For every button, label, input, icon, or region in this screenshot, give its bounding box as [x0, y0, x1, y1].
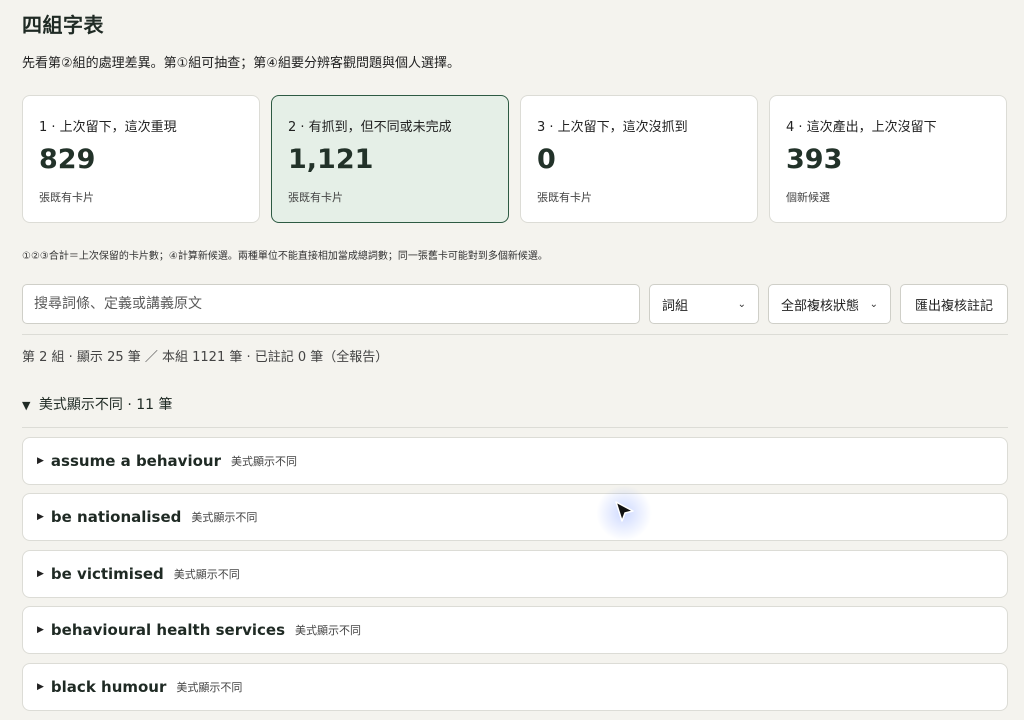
- group-label: 美式顯示不同 · 11 筆: [38, 397, 173, 413]
- card-group-3[interactable]: 3 · 上次留下，這次沒抓到 0 張既有卡片: [520, 95, 758, 223]
- expand-triangle-icon: ▶: [37, 625, 44, 635]
- summary-cards: 1 · 上次留下，這次重現 829 張既有卡片 2 · 有抓到，但不同或未完成 …: [22, 95, 1008, 223]
- term-tag: 美式顯示不同: [191, 511, 258, 524]
- export-notes-button[interactable]: 匯出複核註記: [900, 284, 1008, 324]
- term-text: assume a behaviour: [50, 452, 221, 470]
- page-title: 四組字表: [22, 13, 104, 37]
- export-notes-label: 匯出複核註記: [914, 298, 993, 314]
- term-tag: 美式顯示不同: [176, 681, 243, 694]
- term-tag: 美式顯示不同: [295, 624, 362, 637]
- list-item[interactable]: ▶ behavioural health services 美式顯示不同: [22, 606, 1008, 654]
- card-unit: 張既有卡片: [537, 191, 592, 204]
- card-label: 2 · 有抓到，但不同或未完成: [288, 120, 452, 135]
- divider: [22, 334, 1008, 335]
- counting-note: ①②③合計＝上次保留的卡片數；④計算新候選。兩種單位不能直接相加當成總詞數；同一…: [22, 251, 548, 262]
- list-item[interactable]: ▶ be victimised 美式顯示不同: [22, 550, 1008, 598]
- card-label: 4 · 這次產出，上次沒留下: [786, 120, 937, 135]
- list-item[interactable]: ▶ be nationalised 美式顯示不同: [22, 493, 1008, 541]
- expand-triangle-icon: ▶: [37, 569, 44, 579]
- divider: [22, 427, 1008, 428]
- card-group-4[interactable]: 4 · 這次產出，上次沒留下 393 個新候選: [769, 95, 1007, 223]
- expand-triangle-icon: ▶: [37, 512, 44, 522]
- chevron-down-icon: ⌄: [869, 298, 878, 310]
- collapse-triangle-icon: ▼: [22, 399, 31, 412]
- search-input[interactable]: [22, 284, 640, 324]
- review-status-value: 全部複核狀態: [781, 298, 860, 314]
- type-select-value: 詞組: [662, 298, 689, 314]
- result-status: 第 2 組 · 顯示 25 筆 ／ 本組 1121 筆 · 已註記 0 筆（全報…: [22, 350, 389, 365]
- type-select[interactable]: 詞組 ⌄: [649, 284, 759, 324]
- card-label: 3 · 上次留下，這次沒抓到: [537, 120, 688, 135]
- page-subtitle: 先看第②組的處理差異。第①組可抽查；第④組要分辨客觀問題與個人選擇。: [22, 56, 460, 71]
- card-group-1[interactable]: 1 · 上次留下，這次重現 829 張既有卡片: [22, 95, 260, 223]
- expand-triangle-icon: ▶: [37, 456, 44, 466]
- card-unit: 張既有卡片: [39, 191, 94, 204]
- card-group-2[interactable]: 2 · 有抓到，但不同或未完成 1,121 張既有卡片: [271, 95, 509, 223]
- term-tag: 美式顯示不同: [230, 455, 297, 468]
- list-item[interactable]: ▶ assume a behaviour 美式顯示不同: [22, 437, 1008, 485]
- card-value: 1,121: [288, 144, 374, 175]
- card-label: 1 · 上次留下，這次重現: [39, 120, 177, 135]
- card-value: 829: [39, 144, 96, 175]
- list-item[interactable]: ▶ black humour 美式顯示不同: [22, 663, 1008, 711]
- card-value: 393: [786, 144, 843, 175]
- group-header[interactable]: ▼ 美式顯示不同 · 11 筆: [22, 394, 173, 414]
- filter-toolbar: 詞組 ⌄ 全部複核狀態 ⌄ 匯出複核註記: [22, 284, 1008, 324]
- expand-triangle-icon: ▶: [37, 682, 44, 692]
- term-text: be victimised: [50, 565, 164, 583]
- card-unit: 張既有卡片: [288, 191, 343, 204]
- chevron-down-icon: ⌄: [737, 298, 746, 310]
- term-text: behavioural health services: [50, 621, 286, 639]
- term-tag: 美式顯示不同: [173, 568, 240, 581]
- term-text: be nationalised: [50, 508, 182, 526]
- card-value: 0: [537, 144, 556, 175]
- review-status-select[interactable]: 全部複核狀態 ⌄: [768, 284, 891, 324]
- term-text: black humour: [50, 678, 167, 696]
- mouse-pointer-icon: [615, 501, 634, 522]
- card-unit: 個新候選: [786, 191, 830, 204]
